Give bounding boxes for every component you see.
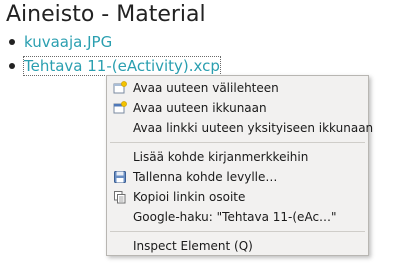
file-list: kuvaaja.JPG Tehtava 11-(eActivity).xcp [0,30,221,78]
menu-separator [110,231,365,232]
new-tab-icon [113,81,127,94]
bullet-icon [9,63,15,69]
copy-icon [114,191,126,204]
menu-item-label: Inspect Element (Q) [133,239,253,253]
menu-item-label: Tallenna kohde levylle… [133,170,278,184]
menu-item-open-new-window[interactable]: Avaa uuteen ikkunaan [107,98,368,118]
menu-item-label: Google-haku: "Tehtava 11-(eAc…" [133,210,337,224]
menu-item-google-search[interactable]: Google-haku: "Tehtava 11-(eAc…" [107,207,368,227]
menu-item-label: Avaa uuteen välilehteen [133,81,279,95]
menu-separator [110,142,365,143]
menu-item-label: Kopioi linkin osoite [133,190,246,204]
menu-item-open-new-tab[interactable]: Avaa uuteen välilehteen [107,78,368,98]
menu-item-label: Avaa uuteen ikkunaan [133,101,267,115]
menu-item-label: Avaa linkki uuteen yksityiseen ikkunaan [133,121,374,135]
menu-item-inspect-element[interactable]: Inspect Element (Q) [107,236,368,256]
menu-item-copy-link[interactable]: Kopioi linkin osoite [107,187,368,207]
menu-item-open-private-window[interactable]: Avaa linkki uuteen yksityiseen ikkunaan [107,118,373,138]
file-link-kuvaaja[interactable]: kuvaaja.JPG [24,33,112,51]
page-heading: Aineisto - Material [6,2,206,27]
menu-item-bookmark[interactable]: Lisää kohde kirjanmerkkeihin [107,147,368,167]
context-menu: Avaa uuteen välilehteen Avaa uuteen ikku… [106,75,373,256]
file-list-item: kuvaaja.JPG [0,30,220,54]
menu-item-label: Lisää kohde kirjanmerkkeihin [133,150,309,164]
file-link-tehtava[interactable]: Tehtava 11-(eActivity).xcp [23,56,221,76]
save-icon [114,171,126,183]
bullet-icon [9,39,15,45]
menu-item-save-link[interactable]: Tallenna kohde levylle… [107,167,368,187]
new-window-icon [113,101,127,114]
